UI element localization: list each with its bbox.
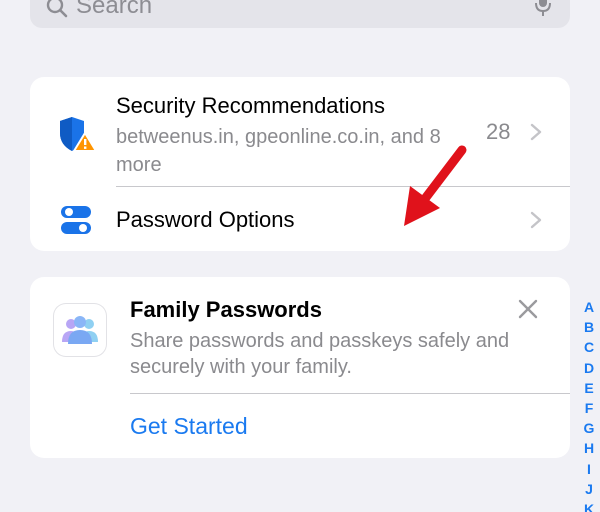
password-options-row[interactable]: Password Options xyxy=(30,187,570,251)
chevron-right-icon xyxy=(530,123,542,141)
shield-warning-icon xyxy=(60,117,97,152)
security-count-badge: 28 xyxy=(486,119,511,144)
index-letter-h[interactable]: H xyxy=(584,438,594,458)
family-people-icon xyxy=(54,304,106,356)
family-title: Family Passwords xyxy=(130,297,322,322)
index-letter-b[interactable]: B xyxy=(584,317,594,337)
search-input[interactable]: Search xyxy=(76,0,152,20)
search-bar[interactable]: Search xyxy=(30,0,570,28)
annotation-arrow-icon xyxy=(404,145,467,226)
password-options-label: Password Options xyxy=(116,207,295,232)
index-letter-e[interactable]: E xyxy=(584,378,593,398)
toggle-icon xyxy=(61,206,91,234)
family-description: Share passwords and passkeys safely and … xyxy=(130,330,510,378)
get-started-button[interactable]: Get Started xyxy=(130,413,248,440)
divider xyxy=(130,393,570,394)
index-letter-c[interactable]: C xyxy=(584,337,594,357)
index-letter-d[interactable]: D xyxy=(584,358,594,378)
security-title: Security Recommendations xyxy=(116,93,386,118)
family-passwords-card: Family Passwords Share passwords and pas… xyxy=(30,277,570,458)
index-letter-g[interactable]: G xyxy=(584,418,595,438)
index-letter-a[interactable]: A xyxy=(584,297,594,317)
index-letter-f[interactable]: F xyxy=(585,398,594,418)
index-letter-k[interactable]: K xyxy=(584,499,594,512)
microphone-icon[interactable] xyxy=(534,0,552,18)
section-index-bar[interactable]: A B C D E F G H I J K xyxy=(580,297,598,512)
search-icon xyxy=(46,0,68,18)
index-letter-j[interactable]: J xyxy=(585,479,593,499)
close-icon[interactable] xyxy=(518,299,538,319)
security-card: Security Recommendations betweenus.in, g… xyxy=(30,77,570,251)
index-letter-i[interactable]: I xyxy=(587,459,591,479)
security-recommendations-row[interactable]: Security Recommendations betweenus.in, g… xyxy=(30,77,570,187)
chevron-right-icon xyxy=(530,211,542,229)
